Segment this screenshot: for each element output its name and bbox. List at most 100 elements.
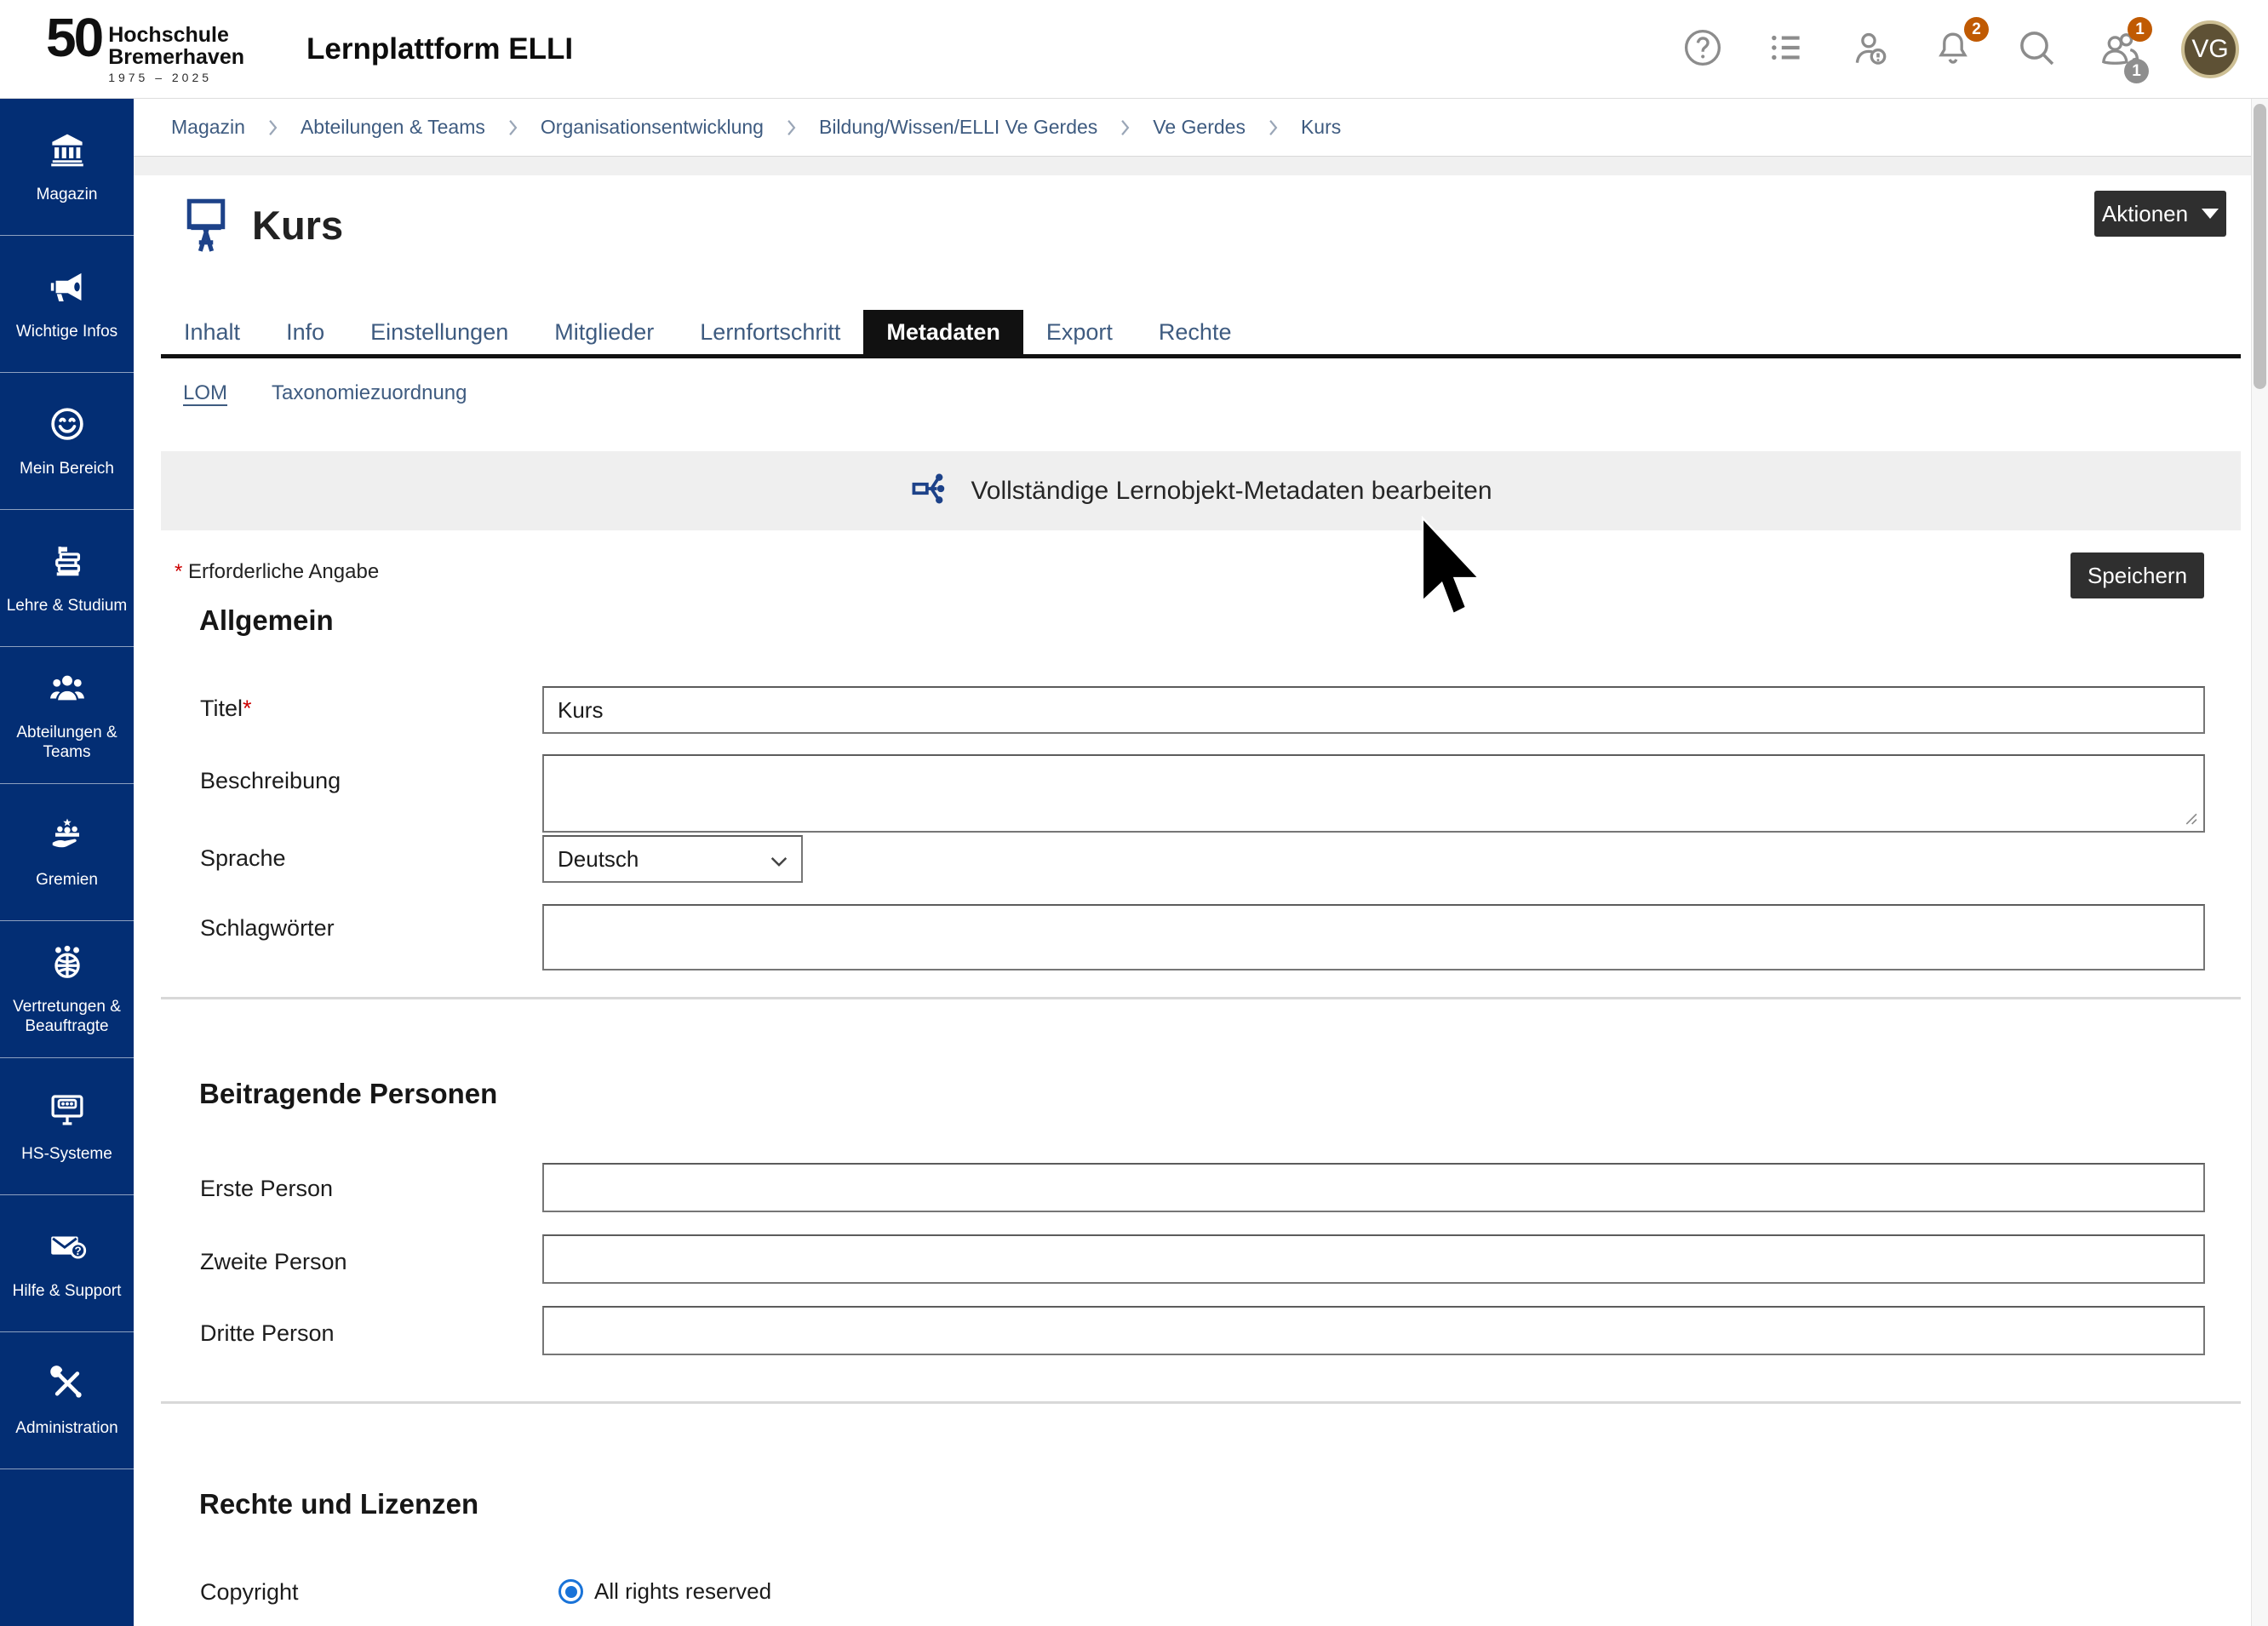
field-label-erste-person: Erste Person bbox=[200, 1175, 333, 1202]
erste-person-input[interactable] bbox=[542, 1163, 2205, 1212]
breadcrumb-divider bbox=[134, 156, 2268, 175]
field-label-schlagwoerter: Schlagwörter bbox=[200, 914, 335, 942]
sidebar-item-administration[interactable]: Administration bbox=[0, 1332, 134, 1469]
breadcrumb-item-current[interactable]: Kurs bbox=[1301, 116, 1341, 139]
sprache-selected-value: Deutsch bbox=[558, 846, 639, 873]
sidebar-item-wichtige-infos[interactable]: Wichtige Infos bbox=[0, 236, 134, 373]
required-marker: * bbox=[175, 560, 182, 583]
sidebar-item-abteilungen-teams[interactable]: Abteilungen & Teams bbox=[0, 647, 134, 784]
beschreibung-textarea[interactable] bbox=[542, 754, 2205, 833]
logo-name-line1: Hochschule bbox=[108, 24, 244, 46]
sidebar: Magazin Wichtige Infos Mein Bereich Lehr… bbox=[0, 99, 134, 1626]
search-button[interactable] bbox=[2014, 27, 2059, 72]
mail-question-icon: ? bbox=[48, 1227, 87, 1270]
breadcrumb-item[interactable]: Abteilungen & Teams bbox=[301, 116, 485, 139]
user-status-button[interactable] bbox=[1847, 27, 1892, 72]
sidebar-item-mein-bereich[interactable]: Mein Bereich bbox=[0, 373, 134, 510]
zweite-person-input[interactable] bbox=[542, 1234, 2205, 1284]
breadcrumb-item[interactable]: Organisationsentwicklung bbox=[541, 116, 764, 139]
user-status-icon bbox=[1848, 26, 1891, 73]
sidebar-item-label: Vertretungen & Beauftragte bbox=[5, 997, 129, 1036]
help-button[interactable] bbox=[1681, 27, 1725, 72]
course-icon bbox=[179, 192, 233, 261]
tab-bar: Inhalt Info Einstellungen Mitglieder Ler… bbox=[161, 310, 2241, 358]
resize-grip-icon[interactable] bbox=[2183, 810, 2197, 829]
sidebar-item-vertretungen-beauftragte[interactable]: Vertretungen & Beauftragte bbox=[0, 921, 134, 1058]
copyright-radio-option[interactable]: All rights reserved bbox=[558, 1578, 771, 1605]
contacts-badge-total: 1 bbox=[2124, 59, 2149, 83]
contacts-button[interactable]: 1 1 bbox=[2098, 27, 2142, 72]
breadcrumb-item[interactable]: Bildung/Wissen/ELLI Ve Gerdes bbox=[819, 116, 1097, 139]
smiley-icon bbox=[48, 404, 87, 448]
schlagwoerter-input[interactable] bbox=[542, 904, 2205, 970]
svg-text:?: ? bbox=[74, 1244, 81, 1257]
page-title: Kurs bbox=[252, 192, 343, 257]
chevron-down-icon bbox=[770, 846, 788, 873]
tab-einstellungen[interactable]: Einstellungen bbox=[347, 310, 531, 354]
radio-selected-icon[interactable] bbox=[558, 1579, 583, 1604]
tab-rechte[interactable]: Rechte bbox=[1136, 310, 1255, 354]
assembly-icon bbox=[48, 816, 87, 859]
field-label-zweite-person: Zweite Person bbox=[200, 1248, 347, 1275]
app-header: 50 Hochschule Bremerhaven 1975 – 2025 Le… bbox=[0, 0, 2268, 99]
edit-full-metadata-banner[interactable]: Vollständige Lernobjekt-Metadaten bearbe… bbox=[161, 451, 2241, 530]
scrollbar-thumb[interactable] bbox=[2254, 104, 2266, 389]
chevron-right-icon bbox=[268, 119, 278, 136]
section-divider bbox=[161, 997, 2241, 999]
tab-inhalt[interactable]: Inhalt bbox=[161, 310, 263, 354]
caret-down-icon bbox=[2202, 209, 2219, 219]
actions-button-label: Aktionen bbox=[2102, 201, 2188, 227]
tab-info[interactable]: Info bbox=[263, 310, 347, 354]
copyright-option-label: All rights reserved bbox=[594, 1578, 771, 1605]
logo-years: 1975 – 2025 bbox=[108, 71, 244, 84]
sidebar-item-label: Wichtige Infos bbox=[16, 322, 117, 341]
main-menu-button[interactable] bbox=[1764, 27, 1808, 72]
subtab-bar: LOM Taxonomiezuordnung bbox=[183, 381, 467, 405]
field-label-beschreibung: Beschreibung bbox=[200, 767, 341, 794]
sidebar-item-lehre-studium[interactable]: Lehre & Studium bbox=[0, 510, 134, 647]
app-title: Lernplattform ELLI bbox=[306, 0, 573, 99]
monitor-icon bbox=[48, 1090, 87, 1133]
bank-icon bbox=[48, 130, 87, 174]
search-icon bbox=[2015, 26, 2058, 73]
chevron-right-icon bbox=[1269, 119, 1278, 136]
section-title-beitragende-personen: Beitragende Personen bbox=[199, 1078, 497, 1110]
tab-export[interactable]: Export bbox=[1023, 310, 1136, 354]
university-logo[interactable]: 50 Hochschule Bremerhaven 1975 – 2025 bbox=[46, 10, 244, 84]
books-icon bbox=[48, 541, 87, 585]
subtab-taxonomiezuordnung[interactable]: Taxonomiezuordnung bbox=[272, 381, 467, 405]
sidebar-item-gremien[interactable]: Gremien bbox=[0, 784, 134, 921]
section-title-rechte-und-lizenzen: Rechte und Lizenzen bbox=[199, 1488, 478, 1520]
hub-icon bbox=[909, 467, 952, 514]
sidebar-item-label: Abteilungen & Teams bbox=[5, 723, 129, 762]
notifications-badge: 2 bbox=[1964, 17, 1989, 42]
sidebar-item-label: Mein Bereich bbox=[20, 459, 114, 478]
breadcrumb-item[interactable]: Magazin bbox=[171, 116, 245, 139]
actions-button[interactable]: Aktionen bbox=[2094, 191, 2226, 237]
field-label-titel: Titel* bbox=[200, 695, 252, 722]
required-marker: * bbox=[243, 696, 252, 721]
field-label-copyright: Copyright bbox=[200, 1578, 299, 1606]
contacts-badge-new: 1 bbox=[2128, 17, 2152, 42]
logo-name-line2: Bremerhaven bbox=[108, 46, 244, 68]
tab-lernfortschritt[interactable]: Lernfortschritt bbox=[677, 310, 863, 354]
sprache-select[interactable]: Deutsch bbox=[542, 835, 803, 883]
avatar[interactable]: VG bbox=[2181, 20, 2239, 78]
dritte-person-input[interactable] bbox=[542, 1306, 2205, 1355]
edit-full-metadata-label: Vollständige Lernobjekt-Metadaten bearbe… bbox=[971, 477, 1492, 506]
titel-input[interactable] bbox=[542, 686, 2205, 734]
sidebar-item-hs-systeme[interactable]: HS-Systeme bbox=[0, 1058, 134, 1195]
save-button[interactable]: Speichern bbox=[2070, 552, 2204, 598]
scrollbar-track[interactable] bbox=[2251, 99, 2268, 1626]
help-icon bbox=[1681, 26, 1724, 73]
tab-metadaten[interactable]: Metadaten bbox=[863, 310, 1023, 354]
sidebar-item-magazin[interactable]: Magazin bbox=[0, 99, 134, 236]
section-divider bbox=[161, 1401, 2241, 1404]
subtab-lom[interactable]: LOM bbox=[183, 381, 227, 405]
breadcrumb: Magazin Abteilungen & Teams Organisation… bbox=[134, 99, 2268, 156]
breadcrumb-item[interactable]: Ve Gerdes bbox=[1153, 116, 1246, 139]
sidebar-item-hilfe-support[interactable]: ? Hilfe & Support bbox=[0, 1195, 134, 1332]
sidebar-item-label: Lehre & Studium bbox=[7, 596, 128, 615]
tab-mitglieder[interactable]: Mitglieder bbox=[531, 310, 677, 354]
notifications-button[interactable]: 2 bbox=[1931, 27, 1975, 72]
